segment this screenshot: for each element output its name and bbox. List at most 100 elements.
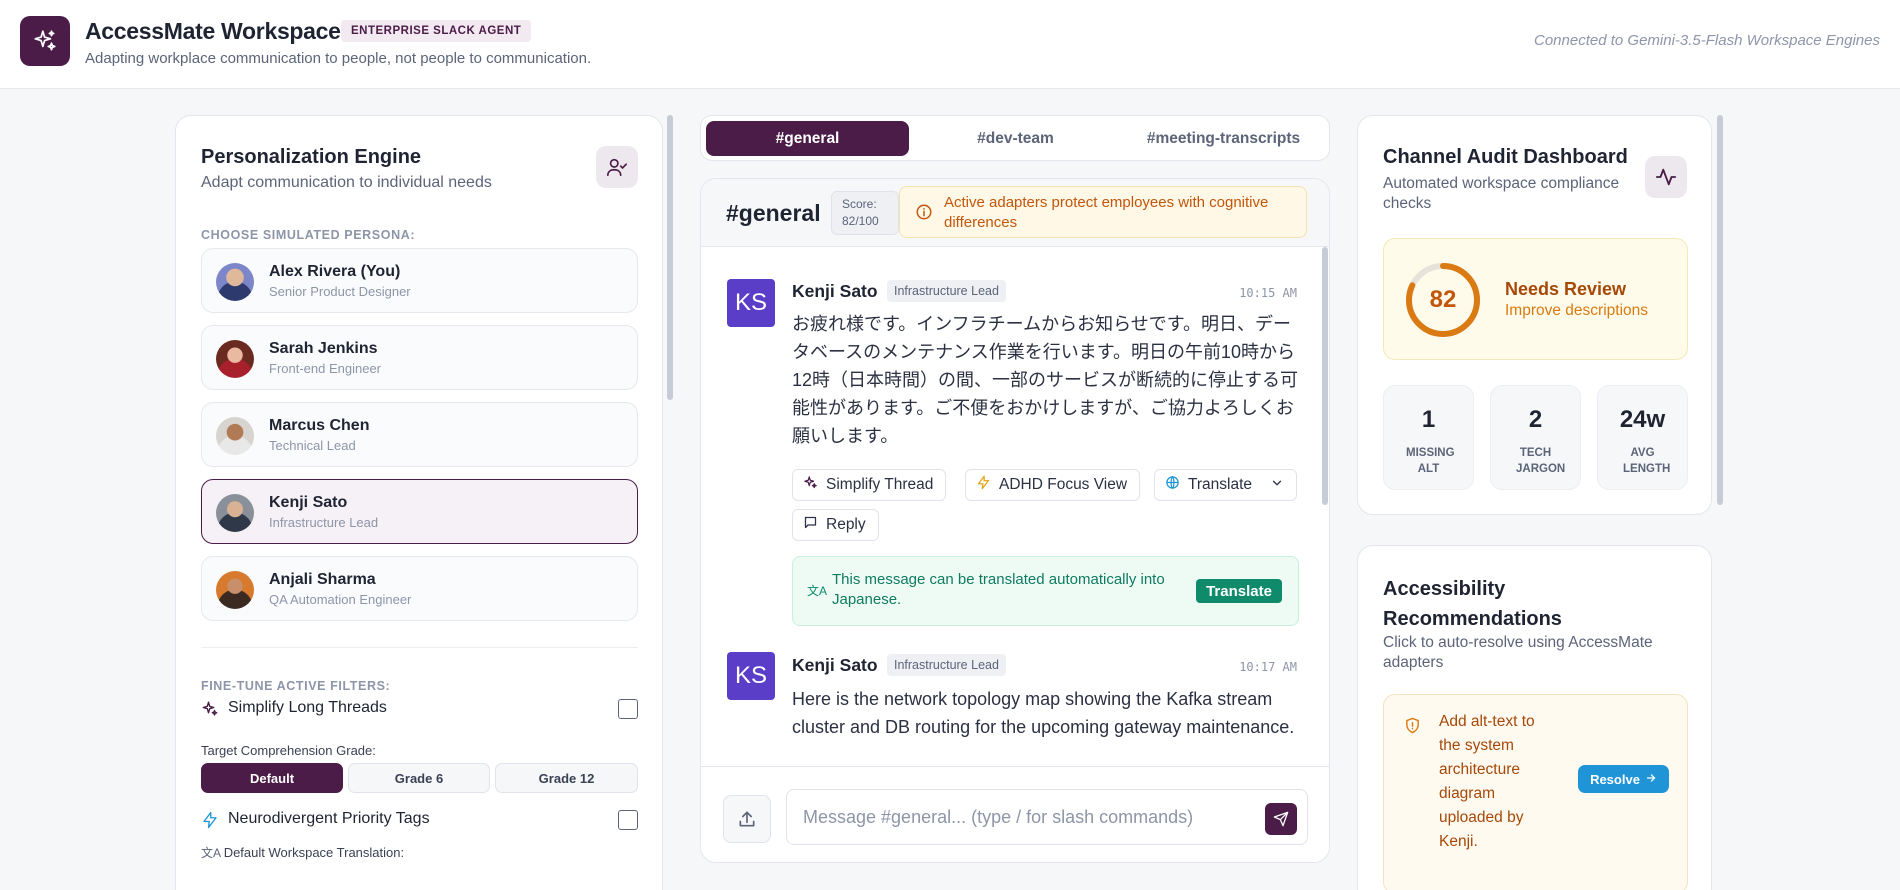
persona-anjali-sharma[interactable]: Anjali Sharma QA Automation Engineer xyxy=(201,556,638,621)
avatar xyxy=(216,417,254,455)
message-time: 10:15 AM xyxy=(1239,286,1297,300)
arrow-right-icon xyxy=(1645,772,1657,787)
right-panel-scrollbar[interactable] xyxy=(1717,115,1723,505)
translate-icon: 文A xyxy=(807,584,828,598)
globe-icon xyxy=(1165,475,1180,495)
message-input[interactable]: Message #general... (type / for slash co… xyxy=(786,789,1308,845)
persona-role: QA Automation Engineer xyxy=(269,592,412,607)
tab-meeting-transcripts[interactable]: #meeting-transcripts xyxy=(1122,121,1325,156)
avatar xyxy=(216,571,254,609)
activity-pulse-icon[interactable] xyxy=(1645,156,1687,198)
persona-marcus-chen[interactable]: Marcus Chen Technical Lead xyxy=(201,402,638,467)
audit-hint: Improve descriptions xyxy=(1505,302,1649,319)
recommendations-panel: Accessibility Recommendations Click to a… xyxy=(1357,545,1712,890)
persona-name: Alex Rivera (You) xyxy=(269,263,401,280)
persona-role: Infrastructure Lead xyxy=(269,515,379,530)
adapter-warning-banner: Active adapters protect employees with c… xyxy=(899,186,1307,238)
role-badge: Infrastructure Lead xyxy=(887,654,1006,676)
message-time: 10:17 AM xyxy=(1239,660,1297,674)
neurodivergent-tags-checkbox[interactable] xyxy=(618,810,638,830)
speech-bubble-icon xyxy=(803,515,818,535)
filter-label: Neurodivergent Priority Tags xyxy=(228,810,430,827)
persona-name: Kenji Sato xyxy=(269,494,348,511)
left-panel-scrollbar[interactable] xyxy=(667,115,673,400)
audit-title: Channel Audit Dashboard xyxy=(1383,146,1628,168)
audit-score-value: 82 xyxy=(1429,286,1457,313)
audit-score-card: 82 Needs Review Improve descriptions xyxy=(1383,238,1688,360)
app-title: AccessMate Workspace xyxy=(85,18,341,44)
stat-tech-jargon: 2 TECH JARGON xyxy=(1490,385,1581,490)
personalization-title: Personalization Engine xyxy=(201,146,422,168)
resolve-button[interactable]: Resolve xyxy=(1578,765,1669,793)
sparkles-icon xyxy=(201,700,219,723)
app-header: AccessMate Workspace ENTERPRISE SLACK AG… xyxy=(0,0,1900,89)
filter-label: Simplify Long Threads xyxy=(228,699,387,716)
user-check-icon[interactable] xyxy=(596,146,638,188)
role-badge: Infrastructure Lead xyxy=(887,280,1006,302)
send-icon xyxy=(1273,811,1289,827)
filter-simplify-threads: Simplify Long Threads xyxy=(201,697,638,721)
personalization-subtitle: Adapt communication to individual needs xyxy=(201,174,492,191)
persona-sarah-jenkins[interactable]: Sarah Jenkins Front-end Engineer xyxy=(201,325,638,390)
send-button[interactable] xyxy=(1265,803,1297,835)
message-body: Here is the network topology map showing… xyxy=(792,689,1295,737)
avatar xyxy=(216,494,254,532)
message-author[interactable]: Kenji Sato xyxy=(792,281,878,302)
recommendation-text: Add alt-text to the system architecture … xyxy=(1439,713,1535,850)
tab-dev-team[interactable]: #dev-team xyxy=(914,121,1117,156)
lightning-icon xyxy=(976,475,991,495)
translate-select[interactable]: Translate xyxy=(1154,469,1297,501)
warning-text: Active adapters protect employees with c… xyxy=(944,194,1269,231)
app-subtitle: Adapting workplace communication to peop… xyxy=(85,50,592,67)
grade-default-button[interactable]: Default xyxy=(201,763,343,793)
alert-shield-icon xyxy=(1404,717,1421,739)
persona-kenji-sato[interactable]: Kenji Sato Infrastructure Lead xyxy=(201,479,638,544)
channel-tabs: #general #dev-team #meeting-transcripts xyxy=(700,115,1330,161)
chat-scrollbar[interactable] xyxy=(1322,247,1328,505)
stat-avg-length: 24w AVG LENGTH xyxy=(1597,385,1688,490)
channel-title: #general xyxy=(726,200,821,226)
stat-missing-alt: 1 MISSING ALT xyxy=(1383,385,1474,490)
filters-section-label: FINE-TUNE ACTIVE FILTERS: xyxy=(201,679,391,693)
message-body: お疲れ様です。インフラチームからお知らせです。明日、データベースのメンテナンス作… xyxy=(792,314,1299,446)
persona-role: Front-end Engineer xyxy=(269,361,382,376)
persona-role: Senior Product Designer xyxy=(269,284,411,299)
avatar xyxy=(216,340,254,378)
recommendations-title: Accessibility Recommendations xyxy=(1383,578,1562,630)
upload-button[interactable] xyxy=(723,795,771,843)
grade-12-button[interactable]: Grade 12 xyxy=(495,763,638,793)
chat-header: #general Score: 82/100 Active adapters p… xyxy=(701,179,1329,247)
chat-panel: #general Score: 82/100 Active adapters p… xyxy=(700,178,1330,863)
persona-section-label: CHOOSE SIMULATED PERSONA: xyxy=(201,228,416,242)
message-author[interactable]: Kenji Sato xyxy=(792,655,878,676)
avatar xyxy=(216,263,254,301)
connection-status: Connected to Gemini-3.5-Flash Workspace … xyxy=(1534,32,1880,49)
message-avatar[interactable]: KS xyxy=(727,652,775,700)
divider xyxy=(201,647,638,648)
reply-button[interactable]: Reply xyxy=(792,509,879,541)
upload-icon xyxy=(739,811,755,827)
translate-icon: 文A xyxy=(201,846,224,860)
channel-audit-panel: Channel Audit Dashboard Automated worksp… xyxy=(1357,115,1712,515)
message-avatar[interactable]: KS xyxy=(727,279,775,327)
translation-suggestion-banner: 文A This message can be translated automa… xyxy=(792,556,1299,626)
persona-role: Technical Lead xyxy=(269,438,356,453)
adhd-focus-button[interactable]: ADHD Focus View xyxy=(965,469,1141,501)
audit-status: Needs Review xyxy=(1505,279,1627,299)
persona-name: Sarah Jenkins xyxy=(269,340,378,357)
persona-alex-rivera[interactable]: Alex Rivera (You) Senior Product Designe… xyxy=(201,248,638,313)
simplify-threads-checkbox[interactable] xyxy=(618,699,638,719)
chevron-down-icon xyxy=(1270,476,1284,495)
translate-now-button[interactable]: Translate xyxy=(1196,579,1282,603)
persona-name: Marcus Chen xyxy=(269,417,370,434)
persona-name: Anjali Sharma xyxy=(269,571,376,588)
audit-subtitle: Automated workspace compliance checks xyxy=(1383,175,1620,212)
filter-neurodivergent-tags: Neurodivergent Priority Tags xyxy=(201,808,638,832)
translation-suggestion-text: This message can be translated automatic… xyxy=(832,571,1165,608)
workspace-translation-label: 文A Default Workspace Translation: xyxy=(201,845,405,860)
grade-6-button[interactable]: Grade 6 xyxy=(348,763,490,793)
personalization-panel: Personalization Engine Adapt communicati… xyxy=(175,115,663,890)
info-icon xyxy=(915,203,933,226)
tab-general[interactable]: #general xyxy=(706,121,909,156)
simplify-thread-button[interactable]: Simplify Thread xyxy=(792,469,947,501)
